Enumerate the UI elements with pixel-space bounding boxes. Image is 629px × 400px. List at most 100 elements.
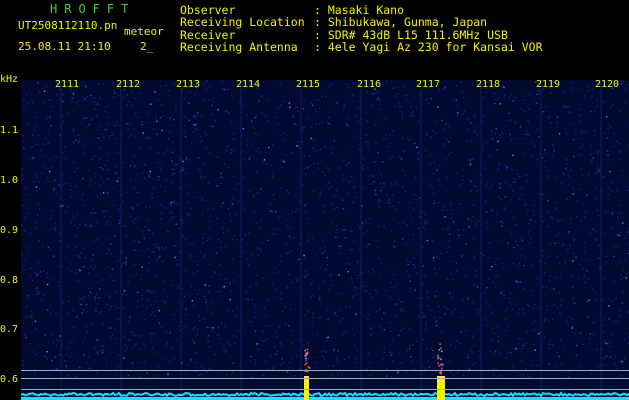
noise-speck <box>266 98 268 101</box>
noise-speck <box>621 82 624 85</box>
noise-speck <box>193 196 196 199</box>
noise-speck <box>94 108 96 110</box>
noise-speck <box>33 373 35 375</box>
noise-speck <box>619 158 621 161</box>
noise-speck <box>154 315 156 317</box>
noise-speck <box>181 159 184 161</box>
noise-speck <box>257 147 259 149</box>
noise-speck <box>546 305 548 307</box>
noise-speck <box>58 232 60 235</box>
noise-speck <box>209 125 212 127</box>
noise-speck <box>205 298 207 300</box>
noise-speck <box>192 272 194 275</box>
noise-speck <box>328 289 330 291</box>
noise-speck <box>67 268 69 270</box>
noise-speck <box>155 119 157 121</box>
noise-speck <box>143 344 145 346</box>
noise-speck <box>324 268 326 271</box>
noise-speck <box>202 99 205 101</box>
noise-speck <box>402 186 404 188</box>
noise-speck <box>586 269 588 272</box>
noise-speck <box>418 297 421 299</box>
noise-speck <box>606 137 609 139</box>
noise-speck <box>616 367 618 370</box>
noise-speck <box>225 349 227 352</box>
noise-speck <box>347 192 349 195</box>
noise-speck <box>450 343 452 345</box>
noise-speck <box>616 189 618 191</box>
noise-speck <box>374 289 376 291</box>
noise-speck <box>223 87 225 90</box>
noise-speck <box>310 137 312 140</box>
noise-speck <box>491 130 493 132</box>
noise-speck <box>272 144 274 146</box>
noise-speck <box>84 204 86 206</box>
noise-speck <box>356 261 359 264</box>
noise-speck <box>325 339 328 342</box>
noise-speck <box>45 180 47 182</box>
noise-speck <box>448 125 450 127</box>
noise-speck <box>404 174 406 177</box>
meteor-echo-marker <box>304 376 309 400</box>
noise-speck <box>621 360 623 363</box>
noise-speck <box>326 256 328 259</box>
noise-speck <box>255 222 257 224</box>
noise-speck <box>125 344 127 346</box>
noise-speck <box>312 147 314 149</box>
noise-speck <box>279 195 281 198</box>
noise-speck <box>404 86 406 88</box>
noise-speck <box>601 189 604 192</box>
noise-speck <box>437 353 439 355</box>
noise-speck <box>523 264 525 267</box>
noise-speck <box>597 366 599 368</box>
noise-speck <box>350 230 352 232</box>
noise-speck <box>322 252 324 254</box>
noise-speck <box>550 92 552 94</box>
noise-speck <box>103 192 105 194</box>
noise-speck <box>274 116 277 119</box>
noise-speck <box>88 169 90 171</box>
echo-speck <box>304 349 306 352</box>
noise-speck <box>378 257 380 259</box>
noise-speck <box>90 94 92 97</box>
noise-speck <box>76 280 78 282</box>
noise-speck <box>521 186 523 189</box>
noise-speck <box>228 166 230 169</box>
noise-speck <box>625 237 627 239</box>
noise-speck <box>574 332 576 334</box>
noise-speck <box>214 272 216 274</box>
noise-speck <box>273 366 275 369</box>
noise-speck <box>246 258 249 260</box>
noise-speck <box>70 270 72 272</box>
noise-speck <box>146 112 148 115</box>
noise-speck <box>342 317 344 320</box>
noise-speck <box>62 93 64 96</box>
noise-speck <box>341 173 344 176</box>
noise-speck <box>111 133 114 135</box>
noise-speck <box>261 242 263 244</box>
noise-speck <box>270 164 273 167</box>
noise-speck <box>216 217 218 220</box>
noise-speck <box>202 163 204 166</box>
noise-speck <box>175 245 177 247</box>
noise-speck <box>85 257 87 259</box>
noise-speck <box>365 111 367 114</box>
noise-speck <box>218 338 221 340</box>
noise-speck <box>425 348 428 350</box>
noise-speck <box>109 216 111 218</box>
noise-speck <box>447 154 450 156</box>
noise-speck <box>165 247 167 249</box>
noise-speck <box>368 243 370 246</box>
noise-speck <box>589 343 592 345</box>
noise-speck <box>548 255 551 257</box>
noise-speck <box>129 316 131 318</box>
noise-speck <box>175 259 178 261</box>
noise-speck <box>296 280 298 282</box>
noise-speck <box>562 363 564 365</box>
noise-speck <box>613 145 615 148</box>
noise-speck <box>231 94 233 97</box>
noise-speck <box>617 320 619 322</box>
noise-speck <box>62 152 64 154</box>
noise-speck <box>51 334 53 336</box>
noise-speck <box>282 139 284 141</box>
